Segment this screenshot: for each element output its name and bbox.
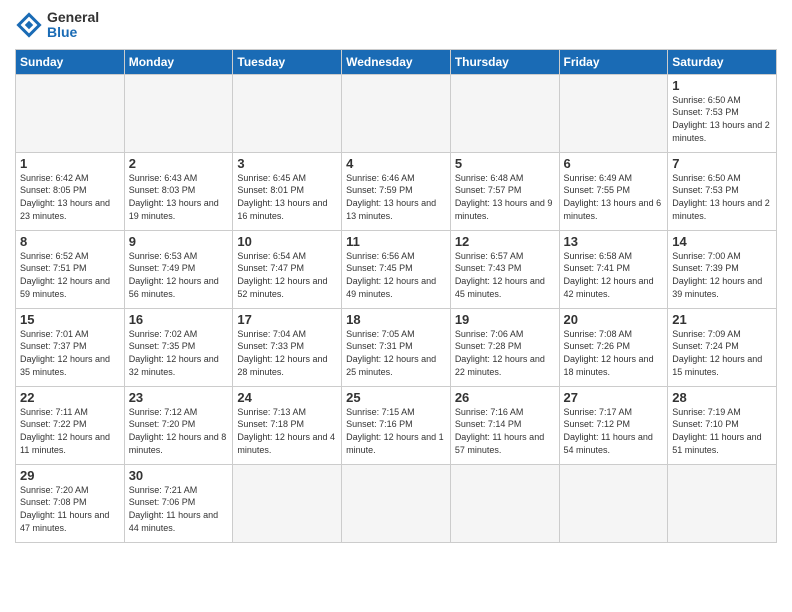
calendar-cell: 27Sunrise: 7:17 AMSunset: 7:12 PMDayligh… [559,386,668,464]
col-header-tuesday: Tuesday [233,49,342,74]
week-row-4: 22Sunrise: 7:11 AMSunset: 7:22 PMDayligh… [16,386,777,464]
calendar-cell: 3Sunrise: 6:45 AMSunset: 8:01 PMDaylight… [233,152,342,230]
calendar-cell: 5Sunrise: 6:48 AMSunset: 7:57 PMDaylight… [450,152,559,230]
header-row: SundayMondayTuesdayWednesdayThursdayFrid… [16,49,777,74]
calendar-cell: 22Sunrise: 7:11 AMSunset: 7:22 PMDayligh… [16,386,125,464]
calendar-cell: 1Sunrise: 6:42 AMSunset: 8:05 PMDaylight… [16,152,125,230]
week-row-5: 29Sunrise: 7:20 AMSunset: 7:08 PMDayligh… [16,464,777,542]
col-header-saturday: Saturday [668,49,777,74]
logo: General Blue [15,10,99,41]
week-row-1: 1Sunrise: 6:42 AMSunset: 8:05 PMDaylight… [16,152,777,230]
calendar-cell: 9Sunrise: 6:53 AMSunset: 7:49 PMDaylight… [124,230,233,308]
calendar-cell: 7Sunrise: 6:50 AMSunset: 7:53 PMDaylight… [668,152,777,230]
calendar-cell: 24Sunrise: 7:13 AMSunset: 7:18 PMDayligh… [233,386,342,464]
calendar-cell: 2Sunrise: 6:43 AMSunset: 8:03 PMDaylight… [124,152,233,230]
calendar-cell: 29Sunrise: 7:20 AMSunset: 7:08 PMDayligh… [16,464,125,542]
calendar-cell [233,464,342,542]
calendar-cell: 15Sunrise: 7:01 AMSunset: 7:37 PMDayligh… [16,308,125,386]
page-container: General Blue SundayMondayTuesdayWednesda… [0,0,792,553]
calendar-cell [342,464,451,542]
calendar-cell: 13Sunrise: 6:58 AMSunset: 7:41 PMDayligh… [559,230,668,308]
week-row-0: 1Sunrise: 6:50 AMSunset: 7:53 PMDaylight… [16,74,777,152]
col-header-thursday: Thursday [450,49,559,74]
calendar-cell [559,464,668,542]
week-row-3: 15Sunrise: 7:01 AMSunset: 7:37 PMDayligh… [16,308,777,386]
logo-icon [15,11,43,39]
calendar-cell [559,74,668,152]
calendar-cell: 11Sunrise: 6:56 AMSunset: 7:45 PMDayligh… [342,230,451,308]
col-header-wednesday: Wednesday [342,49,451,74]
week-row-2: 8Sunrise: 6:52 AMSunset: 7:51 PMDaylight… [16,230,777,308]
calendar-cell: 16Sunrise: 7:02 AMSunset: 7:35 PMDayligh… [124,308,233,386]
calendar-cell: 20Sunrise: 7:08 AMSunset: 7:26 PMDayligh… [559,308,668,386]
calendar-cell [16,74,125,152]
calendar-cell: 8Sunrise: 6:52 AMSunset: 7:51 PMDaylight… [16,230,125,308]
calendar-cell [233,74,342,152]
calendar-cell [450,464,559,542]
calendar-cell: 28Sunrise: 7:19 AMSunset: 7:10 PMDayligh… [668,386,777,464]
calendar-cell: 1Sunrise: 6:50 AMSunset: 7:53 PMDaylight… [668,74,777,152]
calendar-cell: 18Sunrise: 7:05 AMSunset: 7:31 PMDayligh… [342,308,451,386]
calendar-cell [124,74,233,152]
calendar-cell: 23Sunrise: 7:12 AMSunset: 7:20 PMDayligh… [124,386,233,464]
calendar-cell: 21Sunrise: 7:09 AMSunset: 7:24 PMDayligh… [668,308,777,386]
col-header-monday: Monday [124,49,233,74]
calendar-cell [450,74,559,152]
col-header-sunday: Sunday [16,49,125,74]
calendar-cell [668,464,777,542]
calendar-cell: 4Sunrise: 6:46 AMSunset: 7:59 PMDaylight… [342,152,451,230]
calendar-cell: 25Sunrise: 7:15 AMSunset: 7:16 PMDayligh… [342,386,451,464]
calendar-cell: 10Sunrise: 6:54 AMSunset: 7:47 PMDayligh… [233,230,342,308]
calendar-table: SundayMondayTuesdayWednesdayThursdayFrid… [15,49,777,543]
calendar-cell: 17Sunrise: 7:04 AMSunset: 7:33 PMDayligh… [233,308,342,386]
header: General Blue [15,10,777,41]
calendar-cell: 30Sunrise: 7:21 AMSunset: 7:06 PMDayligh… [124,464,233,542]
calendar-cell: 12Sunrise: 6:57 AMSunset: 7:43 PMDayligh… [450,230,559,308]
calendar-cell [342,74,451,152]
calendar-cell: 6Sunrise: 6:49 AMSunset: 7:55 PMDaylight… [559,152,668,230]
calendar-cell: 14Sunrise: 7:00 AMSunset: 7:39 PMDayligh… [668,230,777,308]
calendar-cell: 19Sunrise: 7:06 AMSunset: 7:28 PMDayligh… [450,308,559,386]
col-header-friday: Friday [559,49,668,74]
logo-text: General Blue [47,10,99,41]
calendar-cell: 26Sunrise: 7:16 AMSunset: 7:14 PMDayligh… [450,386,559,464]
